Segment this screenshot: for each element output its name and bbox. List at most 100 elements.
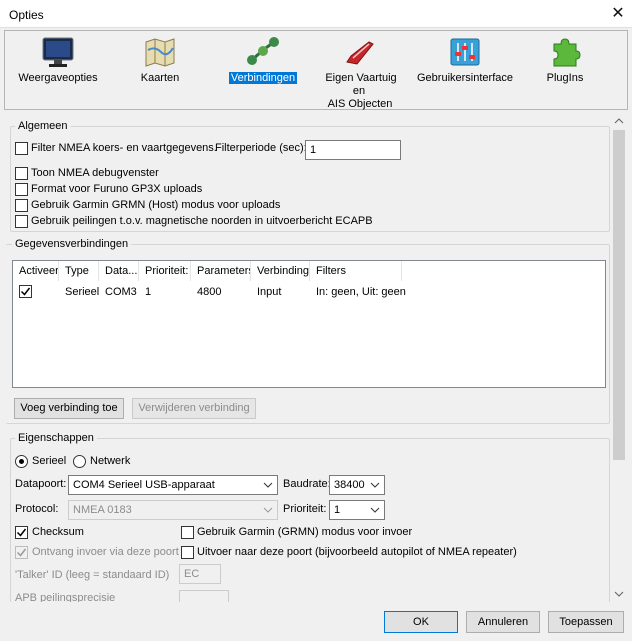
column-header[interactable]: Filters (310, 261, 402, 281)
toon-debug-label: Toon NMEA debugvenster (31, 167, 159, 179)
group-title: Algemeen (15, 120, 71, 132)
garmin-host-label: Gebruik Garmin GRMN (Host) modus voor up… (31, 199, 281, 211)
tab-label: Gebruikersinterface (417, 72, 513, 84)
garmin-host-checkbox[interactable] (15, 199, 28, 212)
uitvoer-label: Uitvoer naar deze poort (bijvoorbeeld au… (197, 546, 517, 558)
monitor-icon (42, 37, 74, 67)
options-toolbar: Weergaveopties Kaarten Verbindingen Eige… (4, 30, 628, 110)
cell-prioriteit: 1 (145, 286, 152, 298)
checkmark-icon (16, 548, 27, 557)
dialog-buttons: OK Annuleren Toepassen (0, 604, 632, 641)
checksum-label: Checksum (32, 526, 84, 538)
scroll-up-icon[interactable] (614, 117, 624, 125)
tab-kaarten[interactable]: Kaarten (125, 31, 195, 111)
uitvoer-checkbox[interactable] (181, 546, 194, 559)
baudrate-label: Baudrate: (283, 478, 331, 490)
boat-icon (346, 41, 374, 65)
talker-id-label: 'Talker' ID (leeg = standaard ID) (15, 569, 170, 581)
netwerk-radio[interactable] (73, 455, 86, 468)
vertical-scrollbar[interactable] (610, 114, 628, 602)
prioriteit-value: 1 (334, 504, 341, 516)
tab-label: PlugIns (546, 72, 584, 84)
furuno-label: Format voor Furuno GP3X uploads (31, 183, 203, 195)
tab-label: Eigen Vaartuig en (325, 72, 397, 97)
cell-parameters: 4800 (197, 286, 222, 298)
garmin-invoer-label: Gebruik Garmin (GRMN) modus voor invoer (197, 526, 413, 538)
tab-eigen-vaartuig[interactable]: Eigen Vaartuig en AIS Objecten (315, 31, 405, 111)
sliders-icon (450, 38, 480, 66)
cell-verbinding: Input (257, 286, 282, 298)
cell-type: Serieel (65, 286, 100, 298)
netwerk-label: Netwerk (90, 455, 131, 467)
checkmark-icon (16, 528, 27, 537)
checkmark-icon (20, 287, 31, 296)
tab-verbindingen[interactable]: Verbindingen (223, 31, 303, 111)
tab-label: Verbindingen (228, 72, 298, 84)
cell-filters: In: geen, Uit: geen (316, 286, 406, 298)
group-title: Eigenschappen (15, 432, 97, 444)
scroll-thumb[interactable] (613, 130, 625, 460)
chevron-down-icon (263, 482, 273, 488)
title-bar: Opties ✕ (0, 0, 632, 28)
connections-list[interactable]: Activeer Type Data... Prioriteit: Parame… (12, 260, 606, 388)
peilingen-checkbox[interactable] (15, 215, 28, 228)
tab-plugins[interactable]: PlugIns (535, 31, 595, 111)
tab-label-line2: AIS Objecten (327, 98, 393, 110)
protocol-value: NMEA 0183 (73, 504, 132, 516)
toon-debug-checkbox[interactable] (15, 167, 28, 180)
close-icon[interactable]: ✕ (608, 4, 628, 24)
group-eigenschappen: Eigenschappen Serieel Netwerk Datapoort:… (10, 432, 610, 602)
tab-label: Weergaveopties (18, 72, 98, 84)
column-header[interactable]: Parameters (191, 261, 251, 281)
peilingen-label: Gebruik peilingen t.o.v. magnetische noo… (31, 215, 373, 227)
tab-gebruikersinterface[interactable]: Gebruikersinterface (415, 31, 515, 111)
apb-select[interactable] (179, 590, 229, 602)
filter-nmea-label: Filter NMEA koers- en vaartgegevens. (31, 142, 217, 154)
remove-connection-button[interactable]: Verwijderen verbinding (132, 398, 256, 419)
protocol-label: Protocol: (15, 503, 59, 515)
baudrate-value: 38400 (334, 479, 365, 491)
group-title: Gegevensverbindingen (12, 238, 132, 250)
talker-id-input[interactable]: EC (179, 564, 221, 584)
apply-button[interactable]: Toepassen (548, 611, 624, 633)
map-icon (145, 38, 175, 67)
chevron-down-icon (263, 507, 273, 513)
baudrate-select[interactable]: 38400 (329, 475, 385, 495)
window-title: Opties (9, 8, 44, 22)
furuno-checkbox[interactable] (15, 183, 28, 196)
serieel-label: Serieel (32, 455, 67, 467)
chevron-down-icon (370, 507, 380, 513)
column-header[interactable]: Prioriteit: (139, 261, 191, 281)
cell-data: COM3 (105, 286, 137, 298)
options-panel: Algemeen Filter NMEA koers- en vaartgege… (4, 114, 628, 602)
filterperiode-input[interactable]: 1 (305, 140, 401, 160)
column-header[interactable]: Type (59, 261, 99, 281)
datapoort-label: Datapoort: (15, 478, 67, 490)
ontvang-checkbox[interactable] (15, 546, 28, 559)
serieel-radio[interactable] (15, 455, 28, 468)
chevron-down-icon (370, 482, 380, 488)
datapoort-select[interactable]: COM4 Serieel USB-apparaat (68, 475, 278, 495)
prioriteit-select[interactable]: 1 (329, 500, 385, 520)
scroll-down-icon[interactable] (614, 590, 624, 598)
group-algemeen: Algemeen Filter NMEA koers- en vaartgege… (10, 120, 610, 232)
apb-label: APB peilingsprecisie (15, 592, 116, 602)
filter-nmea-checkbox[interactable] (15, 142, 28, 155)
protocol-select[interactable]: NMEA 0183 (68, 500, 278, 520)
puzzle-icon (553, 38, 581, 67)
prioriteit-label: Prioriteit: (283, 503, 327, 515)
tab-weergaveopties[interactable]: Weergaveopties (15, 31, 101, 111)
activeer-checkbox[interactable] (19, 285, 32, 298)
garmin-invoer-checkbox[interactable] (181, 526, 194, 539)
ok-button[interactable]: OK (384, 611, 458, 633)
column-header[interactable]: Verbinding (251, 261, 310, 281)
column-header[interactable]: Activeer (13, 261, 59, 281)
connections-icon (247, 37, 279, 65)
add-connection-button[interactable]: Voeg verbinding toe (14, 398, 124, 419)
group-gegevensverbindingen: Gegevensverbindingen Activeer Type Data.… (6, 238, 610, 424)
cancel-button[interactable]: Annuleren (466, 611, 540, 633)
filterperiode-label: Filterperiode (sec): (215, 142, 307, 154)
checksum-checkbox[interactable] (15, 526, 28, 539)
tab-label: Kaarten (140, 72, 180, 84)
column-header[interactable]: Data... (99, 261, 139, 281)
